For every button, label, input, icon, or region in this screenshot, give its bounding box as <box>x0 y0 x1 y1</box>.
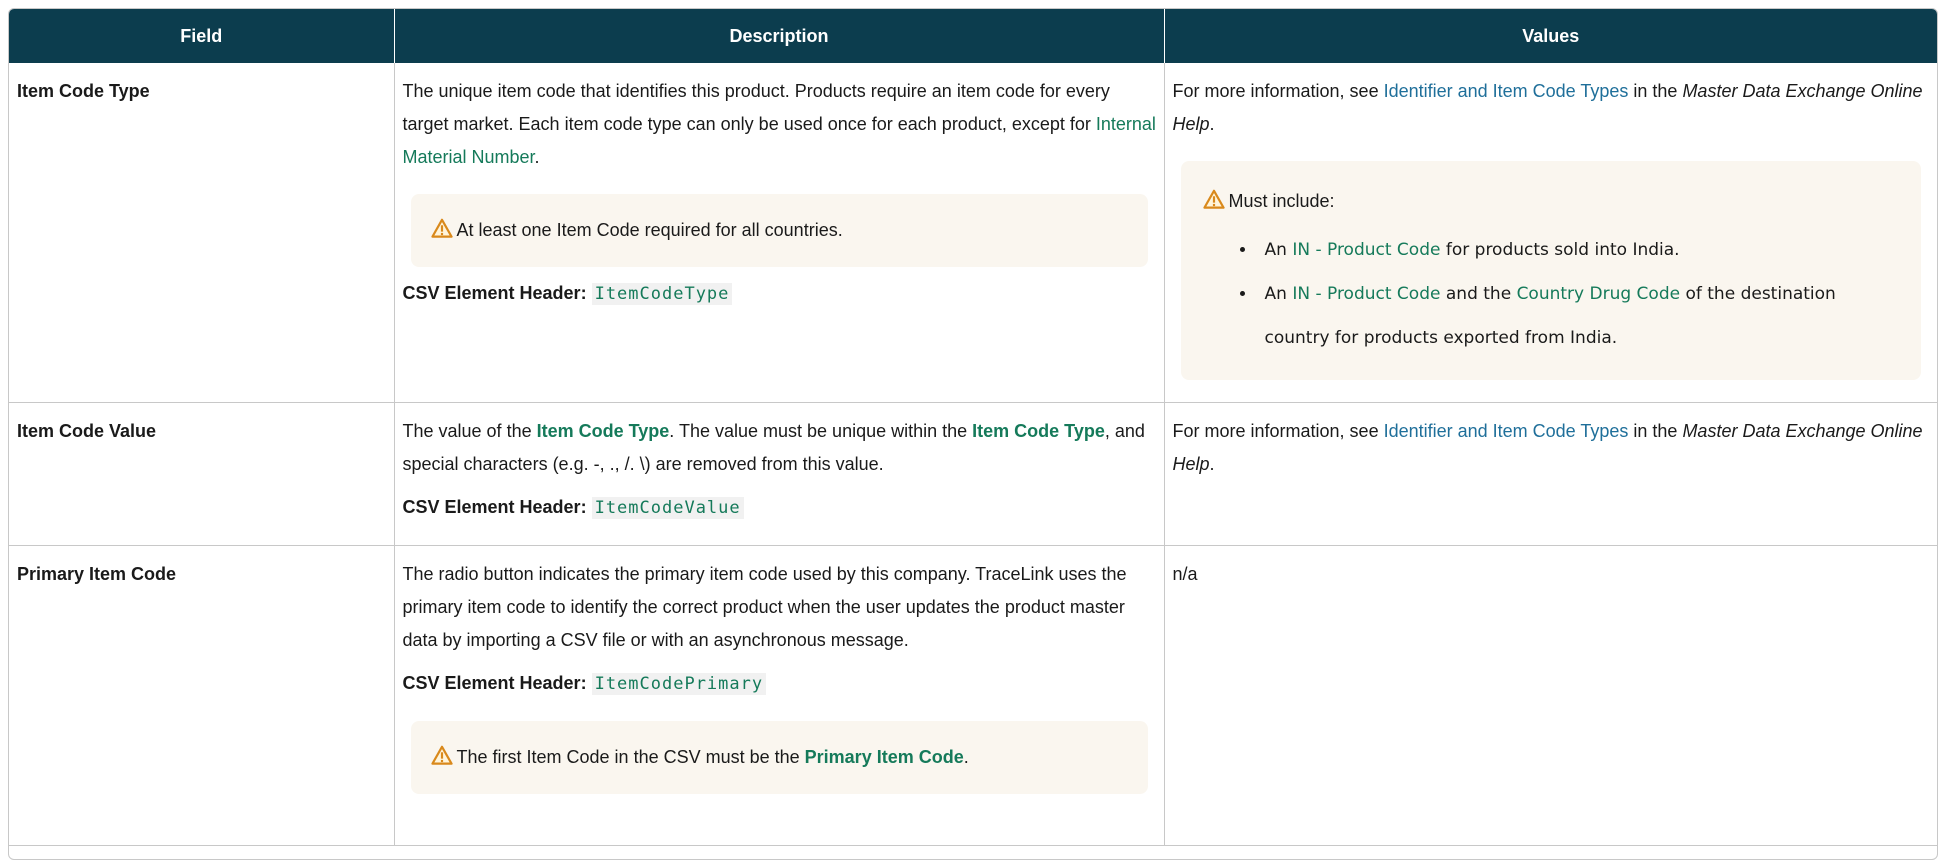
table-row: Item Code Type The unique item code that… <box>9 63 1937 403</box>
warning-note: The first Item Code in the CSV must be t… <box>410 721 1148 794</box>
in-product-code-link[interactable]: IN - Product Code <box>1292 284 1440 304</box>
table-row: Item Code Value The value of the Item Co… <box>9 402 1937 546</box>
description-cell: The unique item code that identifies thi… <box>394 63 1165 403</box>
field-name: Primary Item Code <box>17 564 177 584</box>
csv-element-header: CSV Element Header: ItemCodeType <box>403 277 1158 311</box>
header-row: Field Description Values <box>9 9 1937 63</box>
field-cell: Item Code Type <box>9 63 395 403</box>
in-product-code-link[interactable]: IN - Product Code <box>1292 240 1440 260</box>
warning-note-text: At least one Item Code required for all … <box>456 220 843 240</box>
values-text: For more information, see Identifier and… <box>1172 421 1923 474</box>
csv-element-code: ItemCodeType <box>591 283 733 305</box>
field-name: Item Code Type <box>17 81 150 101</box>
header-values: Values <box>1164 9 1937 63</box>
identifier-item-code-types-link[interactable]: Identifier and Item Code Types <box>1384 81 1629 101</box>
item-code-type-link[interactable]: Item Code Type <box>537 421 670 441</box>
csv-element-header: CSV Element Header: ItemCodeValue <box>403 491 1158 525</box>
table-row: Primary Item Code The radio button indic… <box>9 545 1937 846</box>
item-code-type-link[interactable]: Item Code Type <box>972 421 1105 441</box>
values-cell: For more information, see Identifier and… <box>1164 402 1937 546</box>
country-drug-code-link[interactable]: Country Drug Code <box>1517 284 1681 304</box>
list-item: An IN - Product Code and the Country Dru… <box>1257 272 1900 360</box>
identifier-item-code-types-link[interactable]: Identifier and Item Code Types <box>1384 421 1629 441</box>
must-include-title: Must include: <box>1202 185 1900 218</box>
values-cell: n/a <box>1164 545 1937 846</box>
field-cell: Item Code Value <box>9 402 395 546</box>
warning-triangle-icon <box>430 218 453 238</box>
description-text: The radio button indicates the primary i… <box>402 564 1127 650</box>
csv-element-code: ItemCodeValue <box>591 497 744 519</box>
warning-triangle-icon <box>430 745 453 765</box>
header-field: Field <box>9 9 395 63</box>
table-header: Field Description Values <box>9 9 1937 63</box>
must-include-list: An IN - Product Code for products sold i… <box>1203 228 1900 360</box>
csv-element-code: ItemCodePrimary <box>591 673 767 695</box>
values-text: n/a <box>1172 564 1198 584</box>
description-text: The value of the Item Code Type. The val… <box>402 421 1145 474</box>
warning-note: At least one Item Code required for all … <box>410 194 1148 267</box>
description-cell: The radio button indicates the primary i… <box>394 545 1165 846</box>
primary-item-code-link[interactable]: Primary Item Code <box>805 747 964 767</box>
warning-triangle-icon <box>1202 189 1225 209</box>
field-reference-table-container: Field Description Values Item Code Type … <box>8 8 1938 860</box>
description-cell: The value of the Item Code Type. The val… <box>394 402 1165 546</box>
list-item: An IN - Product Code for products sold i… <box>1257 228 1900 272</box>
values-cell: For more information, see Identifier and… <box>1164 63 1937 403</box>
field-reference-table: Field Description Values Item Code Type … <box>9 9 1937 846</box>
description-text: The unique item code that identifies thi… <box>402 81 1156 167</box>
field-cell: Primary Item Code <box>9 545 395 846</box>
values-text: For more information, see Identifier and… <box>1172 81 1923 134</box>
field-name: Item Code Value <box>17 421 157 441</box>
csv-element-header: CSV Element Header: ItemCodePrimary <box>403 667 1158 701</box>
must-include-note: Must include: An IN - Product Code for p… <box>1180 161 1921 380</box>
header-description: Description <box>394 9 1165 63</box>
